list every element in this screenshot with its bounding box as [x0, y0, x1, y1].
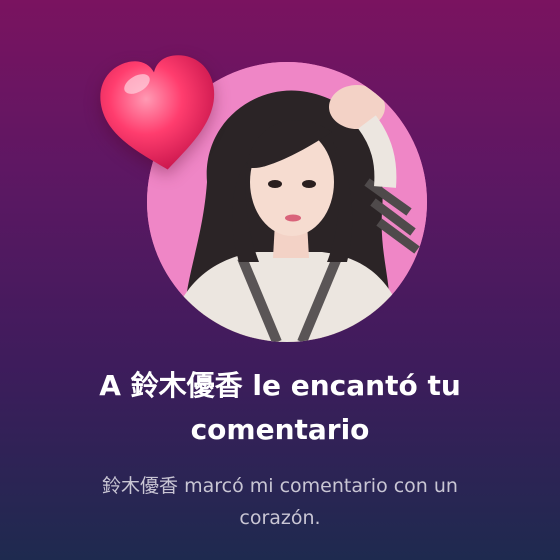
subtitle-user-name: 鈴木優香 [102, 475, 179, 497]
notification-title: A 鈴木優香 le encantó tu comentario [40, 364, 520, 452]
title-user-name[interactable]: 鈴木優香 [131, 369, 243, 402]
notification-card: A 鈴木優香 le encantó tu comentario 鈴木優香 mar… [0, 0, 560, 560]
heart-icon [100, 55, 215, 170]
title-prefix: A [99, 369, 131, 402]
notification-subtitle: 鈴木優香 marcó mi comentario con un corazón. [60, 470, 500, 534]
subtitle-suffix: marcó mi comentario con un corazón. [178, 475, 458, 529]
